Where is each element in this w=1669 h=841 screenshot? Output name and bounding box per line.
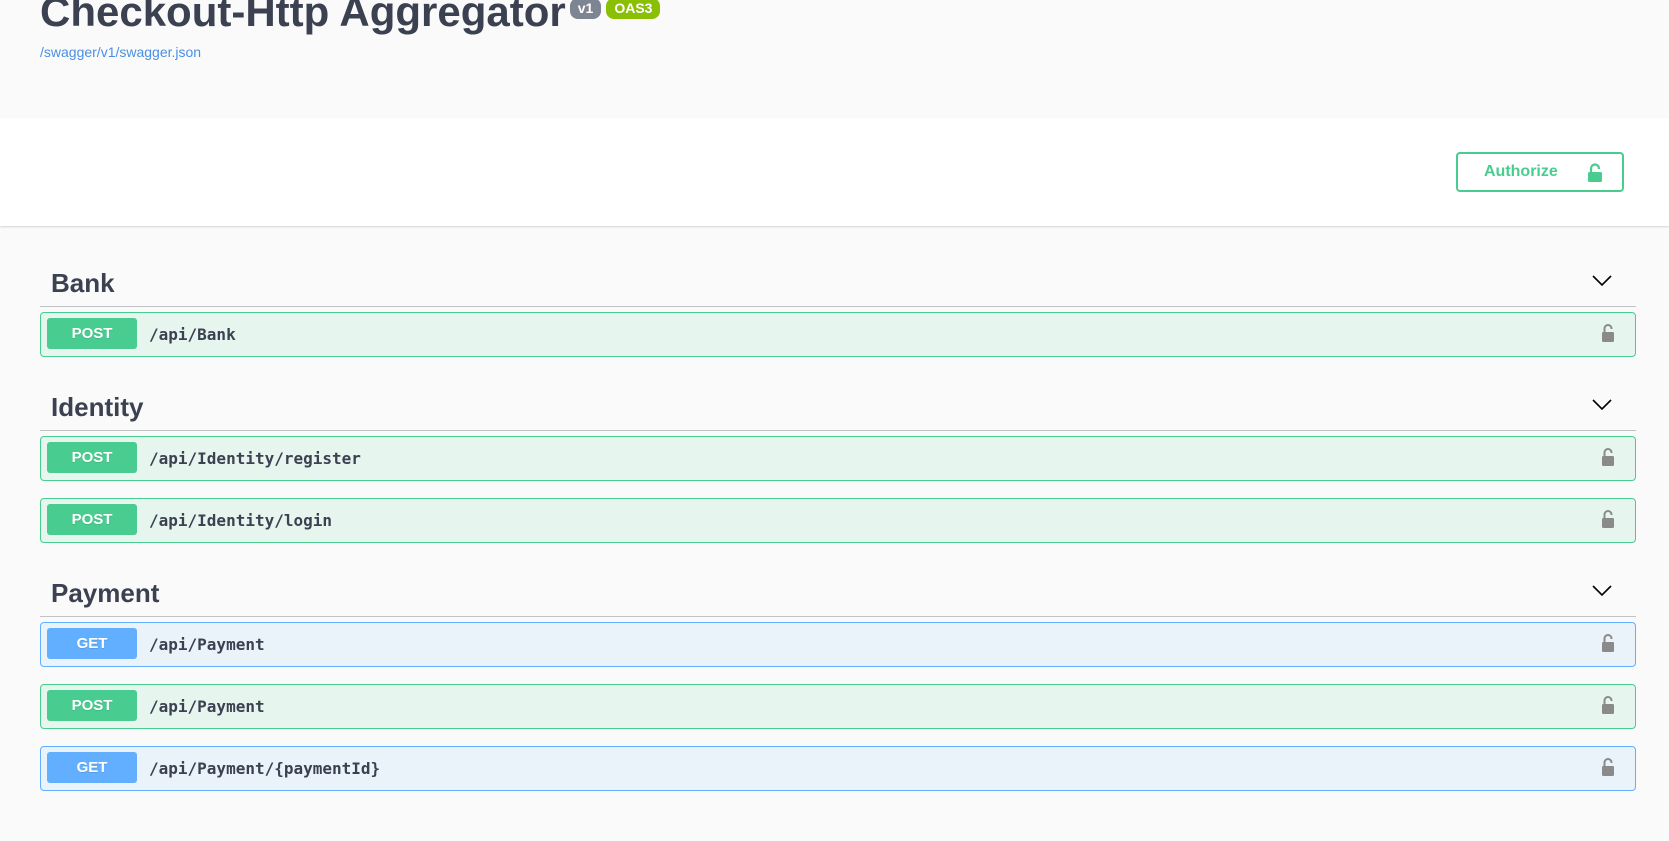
operation-path: /api/Payment xyxy=(149,635,265,654)
chevron-down-icon[interactable] xyxy=(1592,274,1612,292)
operation-post-api-bank[interactable]: POST /api/Bank xyxy=(40,312,1636,357)
operation-post-api-identity-login[interactable]: POST /api/Identity/login xyxy=(40,498,1636,543)
chevron-down-icon[interactable] xyxy=(1592,398,1612,416)
method-badge: POST xyxy=(47,442,137,473)
tag-name: Payment xyxy=(51,578,160,608)
operation-post-api-payment[interactable]: POST /api/Payment xyxy=(40,684,1636,729)
operation-path: /api/Payment xyxy=(149,697,265,716)
method-badge: GET xyxy=(47,628,137,659)
api-title: Checkout-Http Aggregator xyxy=(40,0,566,35)
tag-bank-header[interactable]: Bank xyxy=(40,258,1636,307)
method-badge: GET xyxy=(47,752,137,783)
tag-payment-header[interactable]: Payment xyxy=(40,568,1636,617)
unlocked-padlock-icon[interactable] xyxy=(1601,757,1615,782)
method-badge: POST xyxy=(47,318,137,349)
operation-path: /api/Identity/register xyxy=(149,449,361,468)
unlocked-padlock-icon[interactable] xyxy=(1601,323,1615,348)
authorize-button[interactable]: Authorize xyxy=(1456,152,1624,192)
unlocked-padlock-icon[interactable] xyxy=(1601,447,1615,472)
tag-name: Bank xyxy=(51,268,115,298)
unlocked-padlock-icon[interactable] xyxy=(1601,633,1615,658)
scheme-container: Authorize xyxy=(0,118,1669,226)
api-info-header: Checkout-Http Aggregator v1 OAS3 /swagge… xyxy=(0,0,1669,118)
operation-path: /api/Payment/{paymentId} xyxy=(149,759,381,778)
tag-name: Identity xyxy=(51,392,144,422)
operation-path: /api/Bank xyxy=(149,325,236,344)
method-badge: POST xyxy=(47,690,137,721)
unlocked-padlock-icon[interactable] xyxy=(1601,509,1615,534)
operation-path: /api/Identity/login xyxy=(149,511,333,530)
tag-identity-header[interactable]: Identity xyxy=(40,382,1636,431)
version-badge: v1 xyxy=(569,0,602,19)
method-badge: POST xyxy=(47,504,137,535)
spec-url-link[interactable]: /swagger/v1/swagger.json xyxy=(40,44,201,60)
operation-get-api-payment[interactable]: GET /api/Payment xyxy=(40,622,1636,667)
operation-post-api-identity-register[interactable]: POST /api/Identity/register xyxy=(40,436,1636,481)
authorize-label: Authorize xyxy=(1484,163,1558,180)
unlocked-padlock-icon[interactable] xyxy=(1601,695,1615,720)
chevron-down-icon[interactable] xyxy=(1592,584,1612,602)
unlocked-padlock-icon xyxy=(1586,163,1604,188)
operation-get-api-payment-by-id[interactable]: GET /api/Payment/{paymentId} xyxy=(40,746,1636,791)
oas-badge: OAS3 xyxy=(606,0,661,19)
title-row: Checkout-Http Aggregator v1 OAS3 xyxy=(40,0,661,36)
